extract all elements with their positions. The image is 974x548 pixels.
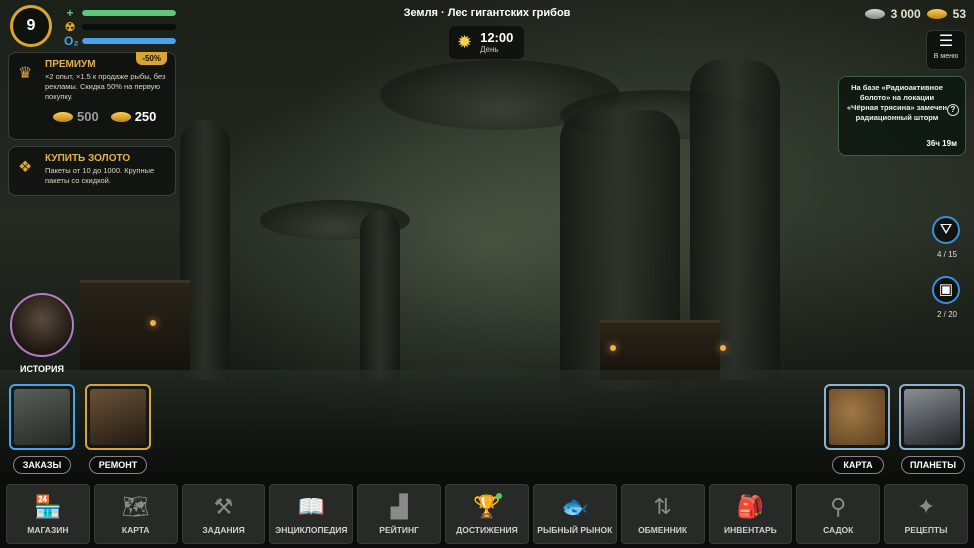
crown-icon: ♛ bbox=[18, 65, 33, 82]
nav-label: САДОК bbox=[823, 525, 854, 535]
encyclopedia-icon: 📖 bbox=[297, 494, 326, 519]
nav-label: ОБМЕННИК bbox=[638, 525, 688, 535]
map-icon: 🗺 bbox=[121, 494, 150, 519]
story-label: ИСТОРИЯ bbox=[20, 364, 64, 374]
nav-label: РЫБНЫЙ РЫНОК bbox=[537, 525, 613, 535]
currency-bar: 3 000 53 bbox=[864, 7, 966, 21]
discount-badge: -50% bbox=[136, 52, 167, 65]
repair-tile[interactable] bbox=[85, 384, 151, 450]
nav-item[interactable]: 🗺 КАРТА bbox=[93, 484, 178, 544]
notification-dot bbox=[495, 493, 502, 499]
new-price: 250 bbox=[134, 109, 157, 125]
shop-icon: 🏪 bbox=[34, 494, 62, 519]
robot-icon: ▣ bbox=[932, 276, 960, 304]
nav-item[interactable]: 🐟 РЫБНЫЙ РЫНОК bbox=[532, 484, 617, 544]
nav-label: ЭНЦИКЛОПЕДИЯ bbox=[275, 525, 348, 535]
old-price: 500 bbox=[77, 109, 99, 125]
nav-item[interactable]: ⇅ ОБМЕННИК bbox=[620, 484, 705, 544]
nav-item[interactable]: 🏪 МАГАЗИН bbox=[6, 484, 90, 544]
map-tile[interactable] bbox=[824, 384, 890, 450]
nav-item[interactable]: 📖 ЭНЦИКЛОПЕДИЯ bbox=[269, 484, 354, 544]
stat-bar bbox=[82, 38, 176, 44]
event-notification[interactable]: На базе «Радиоактивное болото» на локаци… bbox=[838, 76, 966, 156]
nav-label: ИНВЕНТАРЬ bbox=[724, 525, 777, 535]
map-label[interactable]: КАРТА bbox=[832, 456, 884, 474]
hamburger-icon: ☰ bbox=[938, 33, 954, 50]
stat-row: ☢ bbox=[64, 20, 176, 34]
gold-pile-icon: ❖ bbox=[18, 159, 33, 176]
planets-label[interactable]: ПЛАНЕТЫ bbox=[901, 456, 965, 474]
menu-button[interactable]: ☰ В меню bbox=[926, 30, 966, 70]
story-avatar[interactable] bbox=[10, 293, 74, 357]
fish-market-icon: 🐟 bbox=[561, 494, 589, 519]
stat-bar-fill bbox=[82, 38, 176, 44]
location-title: Земля · Лес гигантских грибов bbox=[403, 7, 571, 19]
nav-label: МАГАЗИН bbox=[27, 525, 69, 535]
nav-item[interactable]: ▟ РЕЙТИНГ bbox=[357, 484, 442, 544]
repair-label[interactable]: РЕМОНТ bbox=[89, 456, 147, 474]
time-widget: ✹ 12:00 День bbox=[449, 26, 524, 59]
nav-label: КАРТА bbox=[121, 525, 150, 535]
nav-item[interactable]: 🏆 ДОСТИЖЕНИЯ bbox=[445, 484, 529, 544]
quests-icon: ⚒ bbox=[213, 494, 234, 519]
menu-label: В меню bbox=[933, 53, 959, 60]
orders-tile[interactable] bbox=[9, 384, 75, 450]
nav-label: ЗАДАНИЯ bbox=[202, 525, 245, 535]
buy-gold-panel[interactable]: ❖ КУПИТЬ ЗОЛОТО Пакеты от 10 до 1000. Кр… bbox=[8, 146, 176, 196]
oxygen-icon: O₂ bbox=[64, 34, 79, 48]
exchange-icon: ⇅ bbox=[653, 494, 672, 519]
notification-timer: 36ч 19м bbox=[926, 139, 957, 148]
premium-text: ×2 опыт, ×1.5 к продаже рыбы, без реклам… bbox=[45, 72, 166, 101]
gold-coin-icon bbox=[53, 111, 73, 122]
keepnet-icon: ⚲ bbox=[830, 494, 847, 519]
notification-text: На базе «Радиоактивное болото» на локаци… bbox=[847, 83, 948, 122]
orders-label[interactable]: ЗАКАЗЫ bbox=[13, 456, 71, 474]
nav-item[interactable]: ⚲ САДОК bbox=[796, 484, 881, 544]
buy-gold-text: Пакеты от 10 до 1000. Крупные пакеты со … bbox=[45, 166, 155, 185]
fishing-net-icon: ⛛ bbox=[932, 216, 960, 244]
sun-icon: ✹ bbox=[457, 32, 473, 52]
clock-time: 12:00 bbox=[480, 29, 514, 45]
gold-coin-icon bbox=[926, 9, 947, 19]
nav-item[interactable]: 🎒 ИНВЕНТАРЬ bbox=[708, 484, 793, 544]
nav-label: РЕЙТИНГ bbox=[379, 525, 420, 535]
stat-bar bbox=[82, 24, 176, 30]
silver-coin-icon bbox=[864, 9, 885, 19]
fishing-net-count: 4 / 15 bbox=[936, 250, 957, 259]
robot-count: 2 / 20 bbox=[936, 310, 957, 319]
premium-panel[interactable]: ♛ -50% ПРЕМИУМ ×2 опыт, ×1.5 к продаже р… bbox=[8, 52, 176, 140]
bottom-navigation: 🏪 МАГАЗИН 🗺 КАРТА ⚒ ЗАДАНИЯ 📖 ЭНЦИКЛОПЕДИЯ ▟ РЕЙТ… bbox=[0, 480, 974, 548]
gold-amount: 53 bbox=[952, 7, 966, 21]
help-icon[interactable]: ? bbox=[947, 104, 959, 116]
silver-amount: 3 000 bbox=[890, 7, 921, 21]
nav-label: РЕЦЕПТЫ bbox=[904, 525, 948, 535]
gold-coin-icon bbox=[110, 111, 131, 122]
inventory-icon: 🎒 bbox=[736, 494, 765, 519]
stat-row: O₂ bbox=[64, 34, 176, 48]
nav-item[interactable]: ⚒ ЗАДАНИЯ bbox=[181, 484, 266, 544]
nav-label: ДОСТИЖЕНИЯ bbox=[456, 525, 518, 535]
player-level: 9 bbox=[26, 17, 36, 34]
recipes-icon: ✦ bbox=[916, 494, 936, 519]
fishing-net-widget[interactable]: ⛛ 4 / 15 bbox=[932, 216, 962, 259]
rating-icon: ▟ bbox=[390, 494, 408, 519]
nav-item[interactable]: ✦ РЕЦЕПТЫ bbox=[884, 484, 968, 544]
premium-prices: 500 250 bbox=[53, 108, 167, 126]
planets-tile[interactable] bbox=[899, 384, 965, 450]
radiation-icon: ☢ bbox=[64, 20, 76, 34]
clock-label: День bbox=[480, 44, 499, 54]
buy-gold-title: КУПИТЬ ЗОЛОТО bbox=[45, 153, 131, 164]
robot-widget[interactable]: ▣ 2 / 20 bbox=[932, 276, 962, 319]
